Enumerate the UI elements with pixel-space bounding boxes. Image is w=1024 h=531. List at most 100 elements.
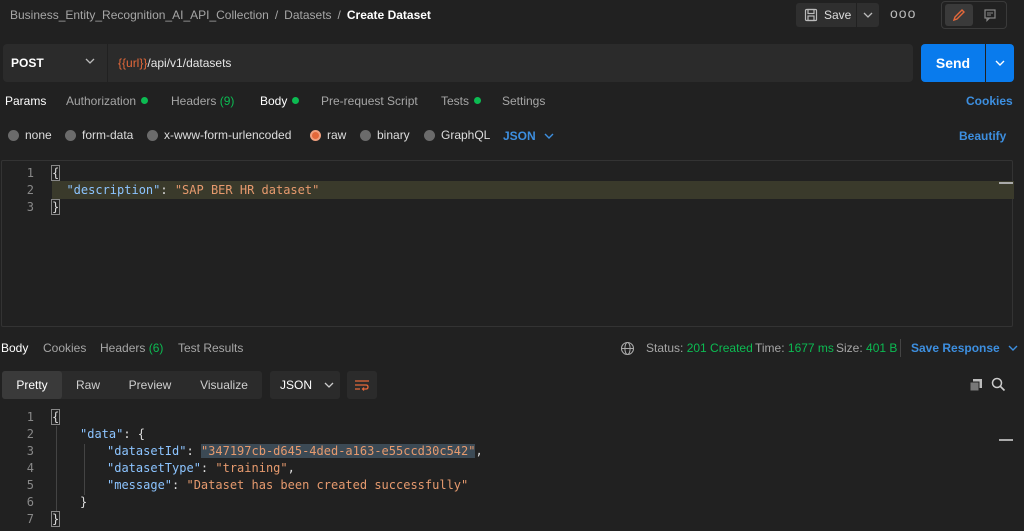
radio-circle <box>65 129 76 141</box>
json-string[interactable]: "347197cb-d645-4ded-a163-e55ccd30c542" <box>200 444 476 458</box>
save-options-button[interactable] <box>857 3 879 27</box>
status-value: 201 Created <box>686 341 753 355</box>
response-view-selector: Pretty Raw Preview Visualize <box>2 371 262 399</box>
tab-authorization-label: Authorization <box>66 94 137 108</box>
view-pretty[interactable]: Pretty <box>2 371 62 399</box>
body-type-selector: none form-data x-www-form-urlencoded raw… <box>0 128 1024 148</box>
json-key: "data" <box>80 427 124 441</box>
radio-form-data[interactable]: form-data <box>65 128 133 142</box>
line-number: 5 <box>26 478 34 492</box>
view-preview[interactable]: Preview <box>114 371 186 399</box>
line-number: 3 <box>26 444 34 458</box>
radio-urlencoded[interactable]: x-www-form-urlencoded <box>147 128 291 142</box>
request-url-bar: POST {{url}}/api/v1/datasets Send <box>0 44 1024 82</box>
send-button[interactable]: Send <box>921 44 985 82</box>
response-body-viewer[interactable]: 1 2 3 4 5 6 7 { "data": { "datasetId": "… <box>0 408 1024 531</box>
line-number: 4 <box>26 461 34 475</box>
res-tab-cookies[interactable]: Cookies <box>43 341 86 355</box>
breadcrumb-collection[interactable]: Business_Entity_Recognition_AI_API_Colle… <box>10 8 269 22</box>
json-key: "message" <box>107 478 173 492</box>
code-line: "data": { <box>80 427 145 441</box>
indent-guide <box>84 444 85 495</box>
close-brace: } <box>50 199 61 215</box>
radio-circle <box>8 129 19 141</box>
search-icon[interactable] <box>991 377 1006 392</box>
breadcrumb-current[interactable]: Create Dataset <box>347 8 431 22</box>
tab-body-label: Body <box>260 94 288 108</box>
tab-params[interactable]: Params <box>5 94 46 108</box>
line-number: 2 <box>26 183 34 197</box>
res-tab-headers[interactable]: Headers (6) <box>100 341 163 355</box>
cookies-link[interactable]: Cookies <box>966 94 1013 108</box>
chevron-down-icon <box>85 58 95 64</box>
more-options-button[interactable]: ooo <box>890 6 916 24</box>
tab-authorization[interactable]: Authorization <box>66 94 149 108</box>
response-format-label: JSON <box>280 378 313 392</box>
chevron-down-icon <box>863 12 873 18</box>
open-brace: { <box>50 165 61 181</box>
code-line[interactable]: "description": "SAP BER HR dataset" <box>52 183 319 197</box>
chevron-down-icon <box>995 60 1005 66</box>
beautify-link[interactable]: Beautify <box>959 129 1006 143</box>
body-format-select[interactable]: JSON <box>503 129 554 143</box>
chevron-down-icon <box>1008 345 1018 351</box>
status-text: Status: 201 Created <box>646 341 753 355</box>
pencil-icon <box>952 9 965 22</box>
status-dot <box>474 97 482 105</box>
response-toolbar: Pretty Raw Preview Visualize JSON <box>0 371 1024 399</box>
side-tool-group <box>941 1 1007 29</box>
send-options-button[interactable] <box>986 44 1014 82</box>
response-format-select[interactable]: JSON <box>270 371 340 399</box>
radio-binary[interactable]: binary <box>360 128 410 142</box>
res-tab-test-results[interactable]: Test Results <box>178 341 243 355</box>
wrap-lines-button[interactable] <box>347 371 377 399</box>
code-line: "datasetType": "training", <box>107 461 295 475</box>
scrollbar-marker[interactable] <box>999 439 1013 441</box>
breadcrumb: Business_Entity_Recognition_AI_API_Colle… <box>10 8 431 22</box>
save-icon <box>804 8 818 22</box>
radio-raw[interactable]: raw <box>310 128 346 142</box>
time-label: Time: <box>755 341 785 355</box>
size-label: Size: <box>836 341 863 355</box>
save-button[interactable]: Save <box>796 3 856 27</box>
res-tab-headers-label: Headers <box>100 341 146 355</box>
res-tab-headers-count: (6) <box>148 341 164 355</box>
view-raw[interactable]: Raw <box>62 371 114 399</box>
radio-label: none <box>25 128 52 142</box>
edit-button[interactable] <box>945 4 973 26</box>
scrollbar-marker[interactable] <box>999 182 1013 184</box>
res-tab-body[interactable]: Body <box>1 341 28 355</box>
request-tabs: Params Authorization Headers (9) Body Pr… <box>0 94 1024 114</box>
line-number: 1 <box>26 410 34 424</box>
method-select[interactable]: POST <box>3 44 107 82</box>
radio-none[interactable]: none <box>8 128 52 142</box>
code-line[interactable]: } <box>50 199 61 215</box>
view-visualize[interactable]: Visualize <box>186 371 262 399</box>
code-line[interactable]: { <box>50 165 61 181</box>
json-colon: : <box>160 183 175 197</box>
globe-icon[interactable] <box>620 341 635 356</box>
tab-headers-label: Headers <box>171 94 217 108</box>
url-input[interactable]: {{url}}/api/v1/datasets <box>108 44 913 82</box>
copy-icon[interactable] <box>969 378 983 392</box>
tab-settings[interactable]: Settings <box>502 94 545 108</box>
tab-body[interactable]: Body <box>260 94 300 108</box>
radio-label: x-www-form-urlencoded <box>164 128 292 142</box>
radio-graphql[interactable]: GraphQL <box>424 128 490 142</box>
tab-headers[interactable]: Headers (9) <box>171 94 234 108</box>
size-value: 401 B <box>866 341 898 355</box>
tab-tests[interactable]: Tests <box>441 94 482 108</box>
open-brace: { <box>50 409 61 425</box>
tab-prerequest-script[interactable]: Pre-request Script <box>321 94 418 108</box>
chevron-down-icon <box>544 133 554 139</box>
chevron-down-icon <box>324 382 334 388</box>
save-response-button[interactable]: Save Response <box>911 341 1018 355</box>
method-label: POST <box>11 56 44 70</box>
size-text: Size: 401 B <box>836 341 897 355</box>
breadcrumb-folder[interactable]: Datasets <box>284 8 331 22</box>
json-string: "SAP BER HR dataset" <box>174 183 320 197</box>
comments-button[interactable] <box>976 4 1004 26</box>
status-dot <box>141 97 149 105</box>
code-line: "datasetId": "347197cb-d645-4ded-a163-e5… <box>107 444 483 458</box>
json-punct: : { <box>123 427 146 441</box>
